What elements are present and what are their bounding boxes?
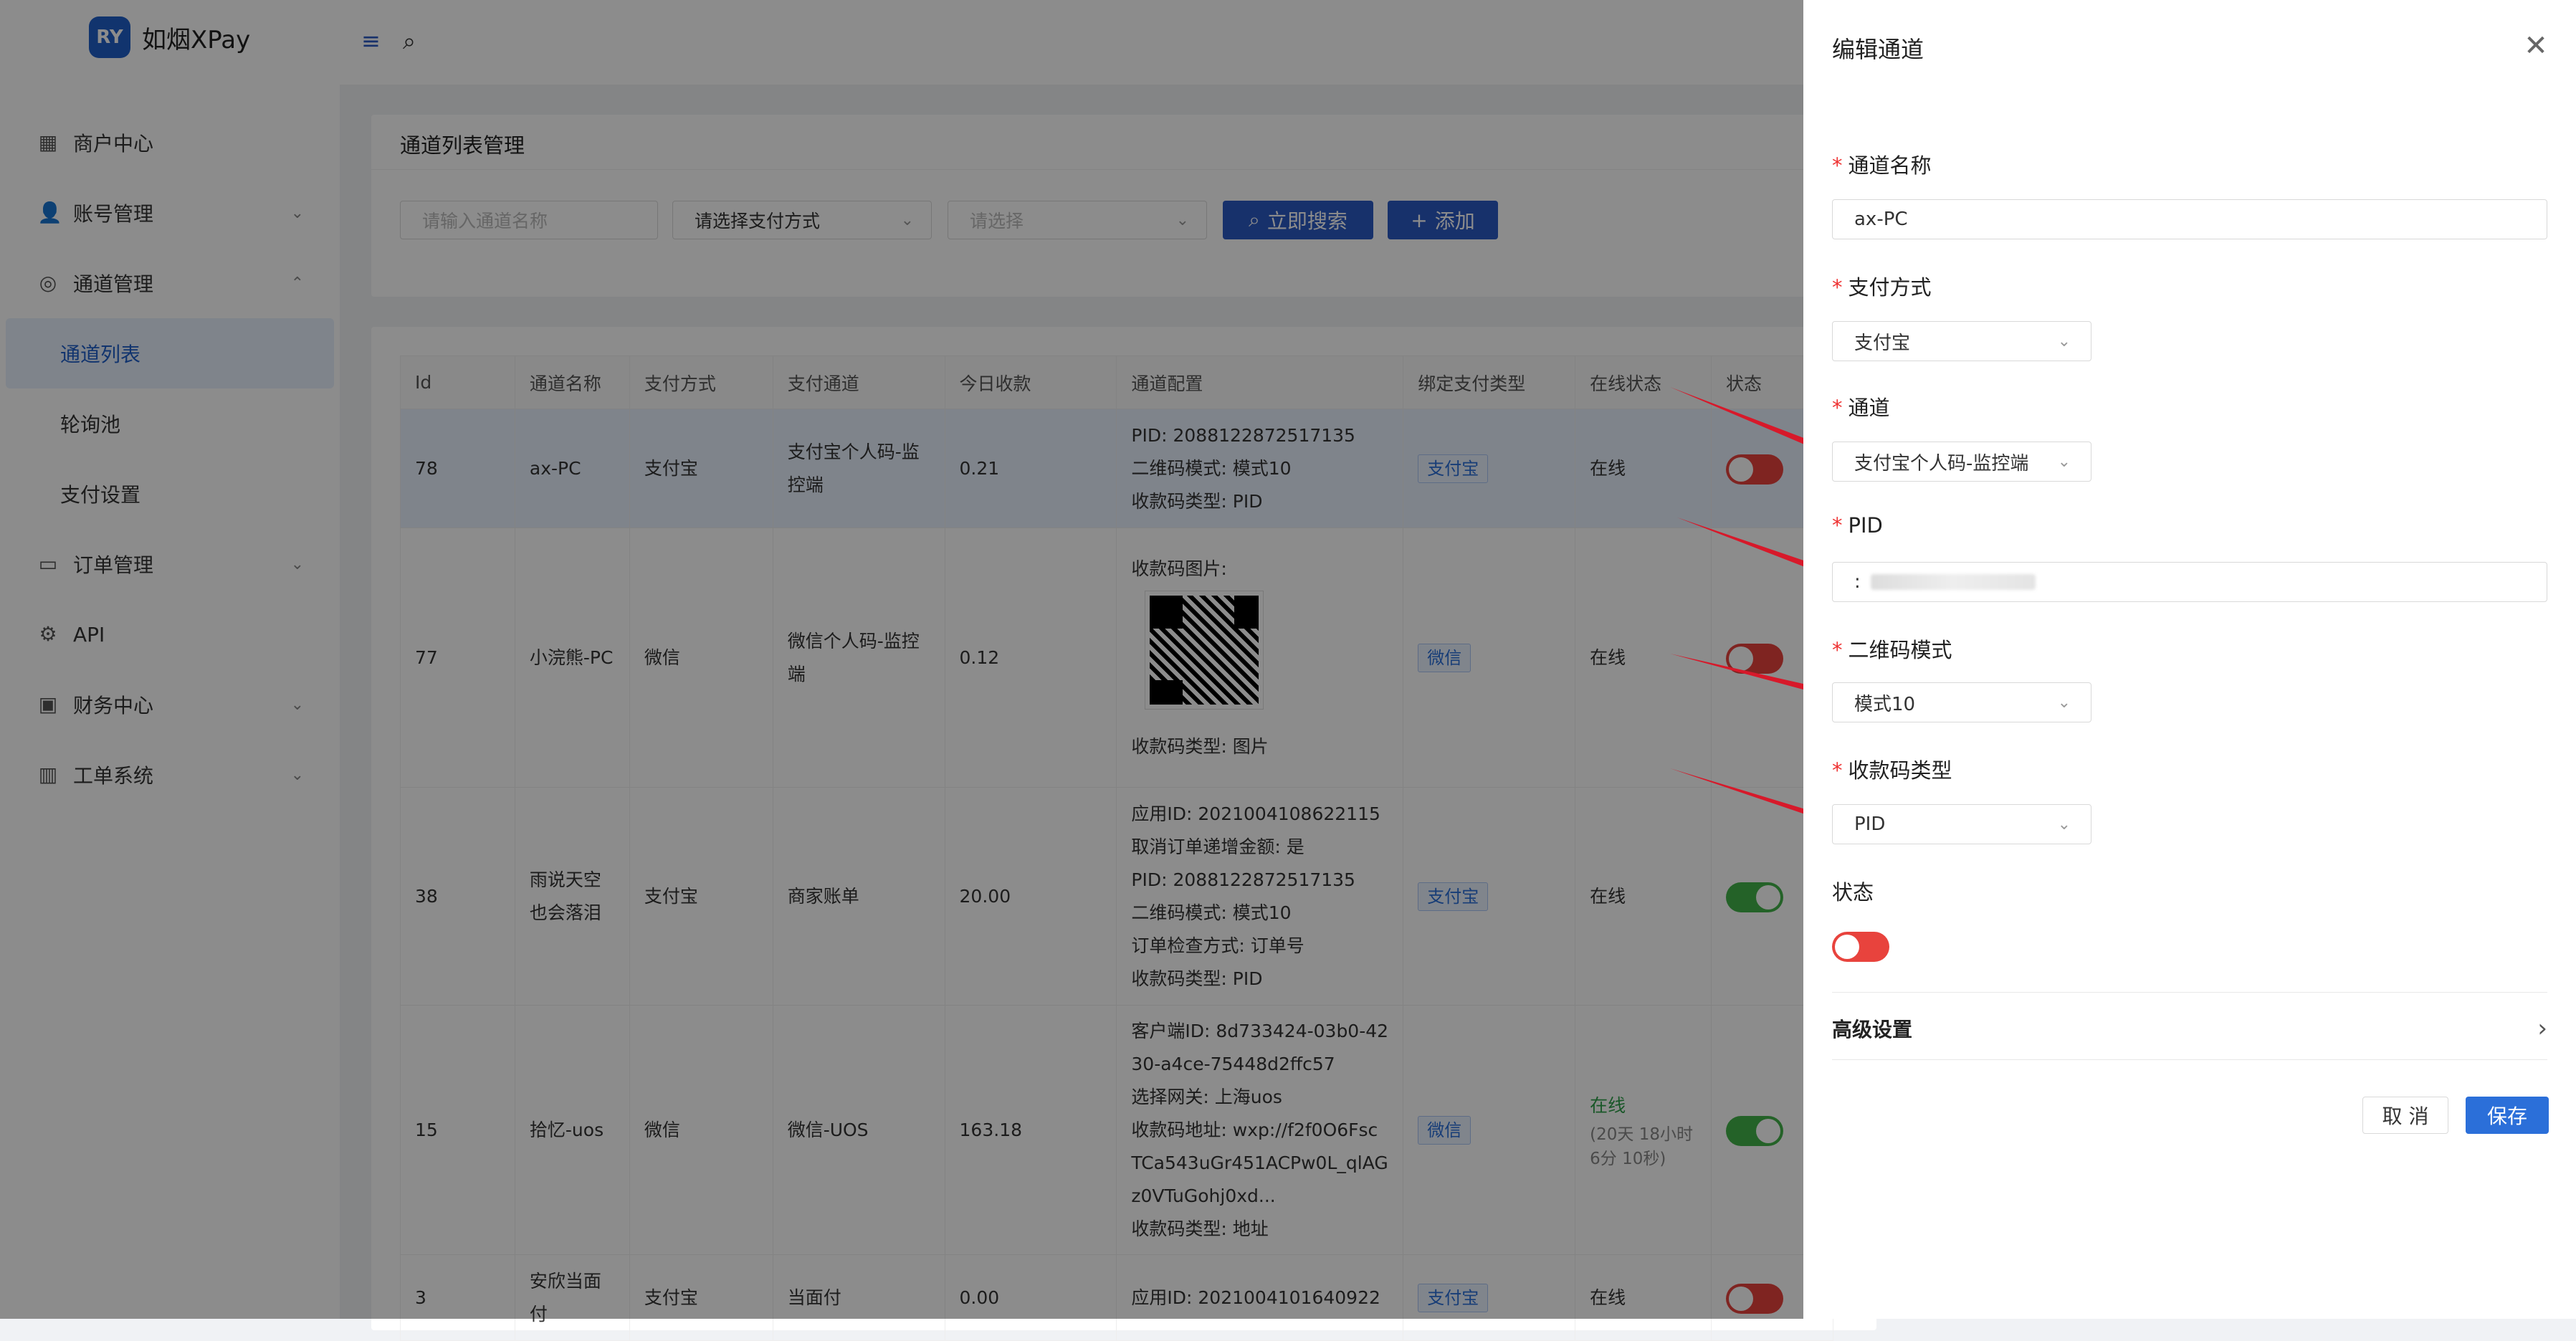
required-mark: * bbox=[1832, 758, 1843, 783]
code-type-label-text: 收款码类型 bbox=[1848, 758, 1952, 783]
channel-label-text: 通道 bbox=[1848, 396, 1890, 420]
advanced-settings-row[interactable]: 高级设置 › bbox=[1832, 1011, 2547, 1046]
edit-channel-drawer: 编辑通道 ✕ * 通道名称 ax-PC * 支付方式 支付宝 ⌄ * 通道 支付宝个人… bbox=[1803, 0, 2576, 1319]
code-type-value: PID bbox=[1854, 813, 1886, 835]
save-button[interactable]: 保存 bbox=[2466, 1097, 2549, 1134]
pid-label: * PID bbox=[1832, 513, 1883, 538]
cancel-button[interactable]: 取 消 bbox=[2362, 1097, 2448, 1134]
pid-value: : bbox=[1854, 571, 1861, 593]
name-label-text: 通道名称 bbox=[1848, 153, 1932, 178]
chevron-down-icon: ⌄ bbox=[2057, 452, 2071, 471]
code-type-select[interactable]: PID ⌄ bbox=[1832, 804, 2091, 844]
divider bbox=[1832, 1059, 2547, 1060]
channel-name-field[interactable]: ax-PC bbox=[1832, 199, 2547, 239]
chevron-down-icon: ⌄ bbox=[2057, 815, 2071, 834]
redacted-value bbox=[1870, 574, 2036, 590]
code-type-label: * 收款码类型 bbox=[1832, 754, 1952, 784]
required-mark: * bbox=[1832, 513, 1843, 538]
channel-select[interactable]: 支付宝个人码-监控端 ⌄ bbox=[1832, 442, 2091, 482]
qr-mode-value: 模式10 bbox=[1854, 693, 1916, 715]
required-mark: * bbox=[1832, 275, 1843, 300]
chevron-down-icon: ⌄ bbox=[2057, 693, 2071, 712]
pid-label-text: PID bbox=[1848, 513, 1883, 538]
divider bbox=[1832, 992, 2547, 993]
required-mark: * bbox=[1832, 638, 1843, 662]
advanced-settings-label: 高级设置 bbox=[1832, 1018, 1913, 1041]
pay-method-select[interactable]: 支付宝 ⌄ bbox=[1832, 321, 2091, 361]
name-label: * 通道名称 bbox=[1832, 149, 1932, 179]
switch-knob bbox=[1835, 935, 1859, 959]
pid-field[interactable]: : bbox=[1832, 562, 2547, 602]
required-mark: * bbox=[1832, 153, 1843, 178]
qr-mode-label-text: 二维码模式 bbox=[1848, 638, 1952, 662]
pay-method-label-text: 支付方式 bbox=[1848, 275, 1932, 300]
close-icon[interactable]: ✕ bbox=[2522, 32, 2550, 60]
chevron-down-icon: ⌄ bbox=[2057, 332, 2071, 350]
qr-mode-select[interactable]: 模式10 ⌄ bbox=[1832, 682, 2091, 722]
qr-mode-label: * 二维码模式 bbox=[1832, 634, 1952, 664]
chevron-right-icon: › bbox=[2537, 1014, 2547, 1043]
channel-value: 支付宝个人码-监控端 bbox=[1854, 452, 2029, 474]
channel-label: * 通道 bbox=[1832, 391, 1890, 421]
drawer-mask[interactable] bbox=[0, 0, 1803, 1319]
required-mark: * bbox=[1832, 396, 1843, 420]
pay-method-value: 支付宝 bbox=[1854, 332, 1911, 354]
status-switch[interactable] bbox=[1832, 932, 1889, 962]
pay-method-label: * 支付方式 bbox=[1832, 271, 1932, 301]
status-label: 状态 bbox=[1832, 880, 1874, 905]
drawer-title: 编辑通道 bbox=[1832, 36, 1924, 63]
status-switch-wrap bbox=[1832, 932, 1889, 962]
